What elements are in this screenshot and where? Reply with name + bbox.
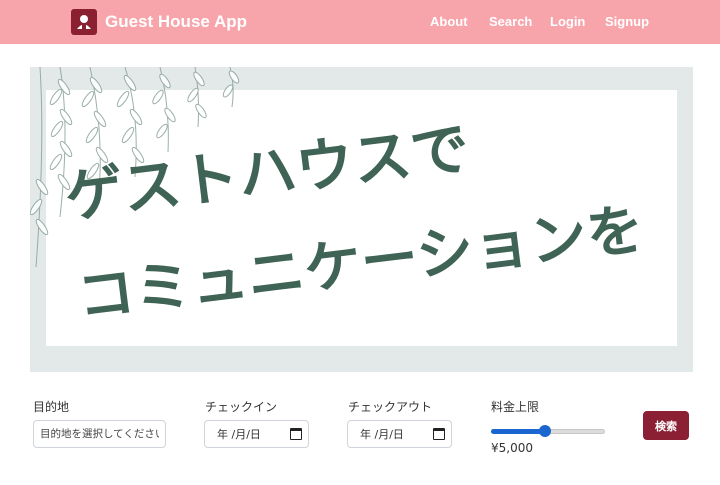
search-button[interactable]: 検索 <box>643 411 689 440</box>
calendar-icon[interactable] <box>290 428 302 440</box>
search-form: 目的地 チェックイン 年 /月/日 チェックアウト 年 /月/日 料金上限 ¥5… <box>0 385 720 485</box>
nav-link-about[interactable]: About <box>430 14 468 29</box>
nav-link-signup[interactable]: Signup <box>605 14 649 29</box>
hero-headline-line1: ゲストハウスで <box>61 114 472 231</box>
brand-link[interactable]: Guest House App <box>71 9 247 35</box>
checkin-date-input[interactable]: 年 /月/日 <box>204 420 309 448</box>
slider-thumb[interactable] <box>538 425 551 437</box>
calendar-icon[interactable] <box>433 428 445 440</box>
price-value: ¥5,000 <box>491 441 533 455</box>
checkout-date-input[interactable]: 年 /月/日 <box>347 420 452 448</box>
house-logo-icon <box>71 9 97 35</box>
hero-illustration: ゲストハウスで コミュニケーションを <box>30 67 647 331</box>
navbar: Guest House App About Search Login Signu… <box>0 0 720 44</box>
nav-link-search[interactable]: Search <box>489 14 532 29</box>
hero-banner: ゲストハウスで コミュニケーションを <box>30 67 693 372</box>
checkout-label: チェックアウト <box>348 400 433 414</box>
checkin-date-value: 年 /月/日 <box>217 428 261 441</box>
price-limit-label: 料金上限 <box>491 400 540 414</box>
checkout-date-value: 年 /月/日 <box>360 428 404 441</box>
brand-name: Guest House App <box>105 12 247 31</box>
checkin-label: チェックイン <box>205 400 278 414</box>
price-slider[interactable] <box>491 425 605 437</box>
slider-fill <box>491 429 545 434</box>
nav-link-login[interactable]: Login <box>550 14 585 29</box>
destination-label: 目的地 <box>33 400 70 414</box>
destination-input[interactable] <box>33 420 166 448</box>
